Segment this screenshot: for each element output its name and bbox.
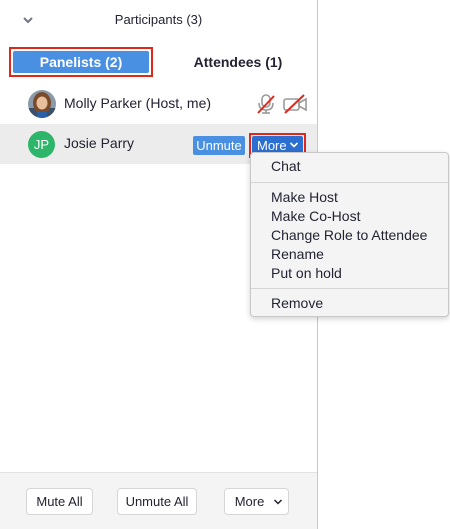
participant-more-menu: Chat Make Host Make Co-Host Change Role …	[250, 152, 449, 317]
chevron-down-icon	[289, 142, 299, 148]
avatar: JP	[28, 131, 55, 158]
menu-item-remove[interactable]: Remove	[271, 295, 323, 311]
menu-item-make-co-host[interactable]: Make Co-Host	[271, 208, 360, 224]
participant-name: Josie Parry	[64, 135, 135, 151]
video-off-icon[interactable]	[282, 94, 308, 114]
menu-item-chat[interactable]: Chat	[271, 158, 301, 174]
tab-panelists[interactable]: Panelists (2)	[13, 51, 149, 73]
mute-all-button[interactable]: Mute All	[26, 488, 93, 515]
participants-header: Participants (3)	[0, 0, 317, 40]
menu-item-put-on-hold[interactable]: Put on hold	[271, 265, 342, 281]
tab-attendees[interactable]: Attendees (1)	[168, 51, 308, 73]
participants-footer: Mute All Unmute All More	[0, 472, 317, 529]
menu-item-change-role[interactable]: Change Role to Attendee	[271, 227, 427, 243]
unmute-button[interactable]: Unmute	[193, 136, 245, 155]
footer-more-button[interactable]: More	[224, 488, 289, 515]
footer-more-label: More	[234, 494, 265, 509]
muted-mic-icon[interactable]	[255, 93, 277, 115]
participant-row-molly[interactable]: Molly Parker (Host, me)	[0, 84, 317, 124]
participant-name: Molly Parker (Host, me)	[64, 95, 212, 111]
menu-item-rename[interactable]: Rename	[271, 246, 324, 262]
participants-title: Participants (3)	[114, 12, 203, 27]
more-button-label: More	[257, 138, 287, 153]
menu-item-make-host[interactable]: Make Host	[271, 189, 338, 205]
menu-divider	[251, 182, 448, 183]
menu-divider	[251, 288, 448, 289]
chevron-down-icon	[273, 499, 283, 505]
unmute-all-button[interactable]: Unmute All	[117, 488, 197, 515]
avatar	[28, 90, 56, 118]
